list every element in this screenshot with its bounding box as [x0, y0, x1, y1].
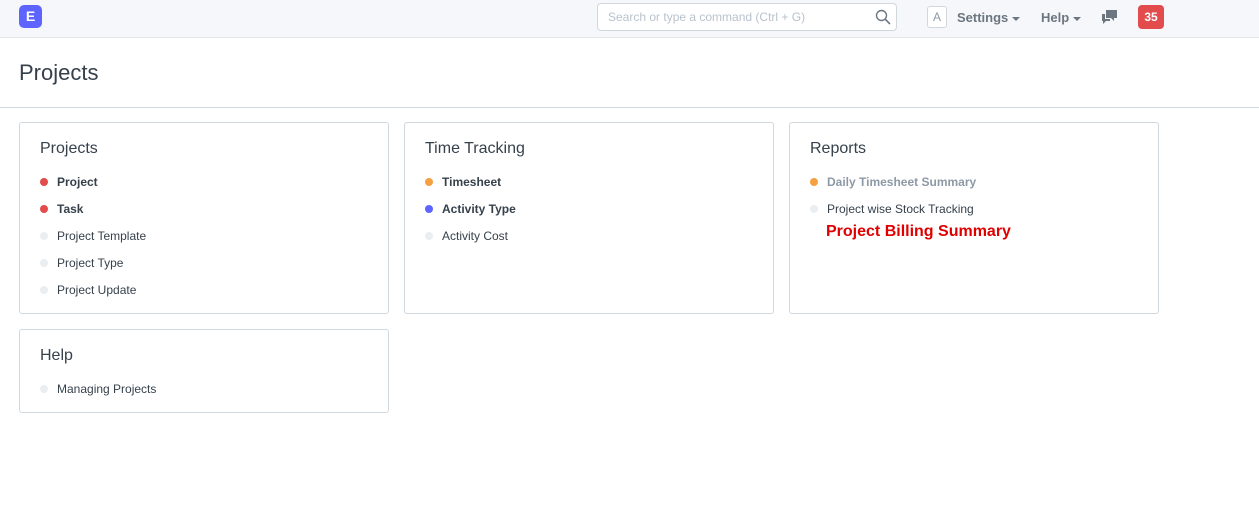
card-projects: Projects Project Task Project Template P… — [19, 122, 389, 314]
link-project-update[interactable]: Project Update — [40, 282, 136, 298]
link-activity-type[interactable]: Activity Type — [425, 201, 516, 217]
link-timesheet[interactable]: Timesheet — [425, 174, 501, 190]
link-label: Project Update — [57, 283, 137, 297]
link-label: Project Type — [57, 256, 124, 270]
link-label: Project Template — [57, 229, 147, 243]
card-reports: Reports Daily Timesheet Summary Project … — [789, 122, 1159, 314]
link-managing-projects[interactable]: Managing Projects — [40, 381, 156, 397]
link-label: Timesheet — [442, 175, 502, 189]
page-title: Projects — [19, 60, 99, 85]
link-label: Task — [57, 202, 84, 216]
status-dot — [40, 231, 48, 240]
link-project-wise-stock-tracking[interactable]: Project wise Stock Tracking — [810, 201, 974, 217]
link-daily-timesheet-summary[interactable]: Daily Timesheet Summary — [810, 174, 976, 190]
link-label: Activity Cost — [442, 229, 509, 243]
link-label: Activity Type — [442, 202, 516, 216]
chevron-down-icon — [1012, 16, 1021, 21]
card-time-tracking: Time Tracking Timesheet Activity Type Ac… — [404, 122, 774, 314]
status-dot — [40, 285, 48, 294]
status-dot — [810, 177, 818, 186]
chat-icon[interactable] — [1101, 9, 1118, 25]
status-dot — [425, 231, 433, 240]
help-dropdown[interactable]: Help — [1041, 10, 1082, 25]
link-label: Project wise Stock Tracking — [827, 202, 974, 216]
search-bar[interactable] — [597, 3, 897, 31]
project-billing-summary-annotation[interactable]: Project Billing Summary — [826, 223, 1011, 241]
card-title: Reports — [810, 140, 867, 157]
status-dot — [40, 384, 48, 393]
link-project-template[interactable]: Project Template — [40, 228, 146, 244]
link-label: Daily Timesheet Summary — [827, 175, 977, 189]
status-dot — [810, 204, 818, 213]
link-project[interactable]: Project — [40, 174, 98, 190]
navbar: E A Settings Help 35 — [0, 0, 1259, 38]
settings-label: Settings — [957, 10, 1009, 25]
status-dot — [425, 204, 433, 213]
status-dot — [40, 204, 48, 213]
link-task[interactable]: Task — [40, 201, 83, 217]
avatar[interactable]: A — [927, 6, 947, 28]
link-label: Managing Projects — [57, 382, 157, 396]
link-label: Project — [57, 175, 98, 189]
status-dot — [40, 177, 48, 186]
notification-badge[interactable]: 35 — [1138, 5, 1164, 29]
chevron-down-icon — [1073, 16, 1082, 21]
search-icon[interactable] — [875, 9, 891, 25]
status-dot — [40, 258, 48, 267]
card-title: Projects — [40, 140, 98, 157]
settings-dropdown[interactable]: Settings — [957, 10, 1021, 25]
card-title: Time Tracking — [425, 140, 525, 157]
link-activity-cost[interactable]: Activity Cost — [425, 228, 508, 244]
card-title: Help — [40, 347, 73, 364]
divider — [0, 107, 1259, 108]
card-help: Help Managing Projects — [19, 329, 389, 413]
status-dot — [425, 177, 433, 186]
help-label: Help — [1041, 10, 1070, 25]
search-input[interactable] — [598, 4, 868, 30]
link-project-type[interactable]: Project Type — [40, 255, 123, 271]
app-logo[interactable]: E — [19, 5, 42, 28]
